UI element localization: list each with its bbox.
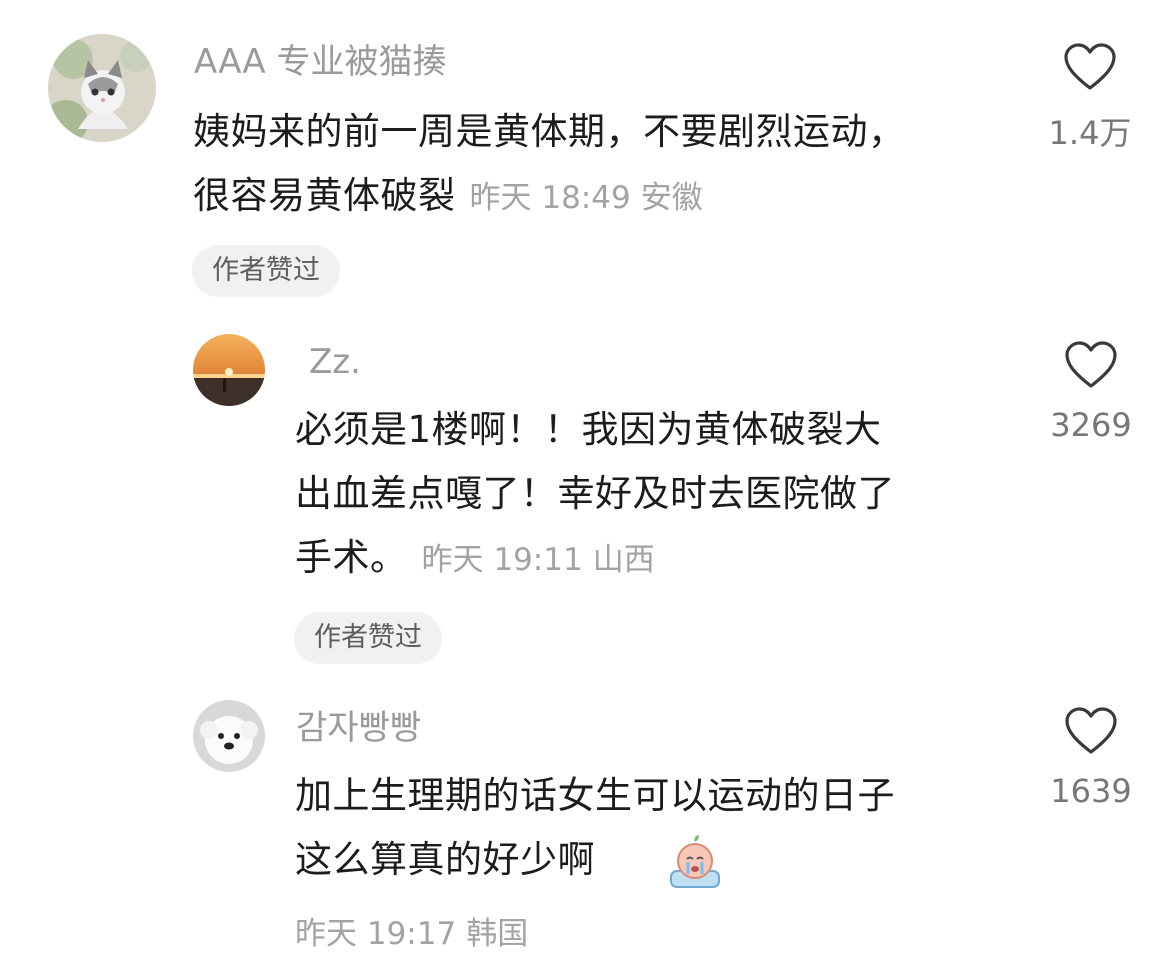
comment-time: 昨天 19:17	[295, 916, 457, 952]
comment-location: 安徽	[640, 180, 703, 216]
cat-avatar-icon	[48, 34, 156, 142]
comment-text-line: 姨妈来的前一周是黄体期，不要剧烈运动，	[193, 110, 906, 153]
username[interactable]: 감자빵빵	[296, 708, 421, 748]
like-button[interactable]: 1.4万	[1035, 42, 1145, 154]
comment-meta: 昨天 18:49 安徽	[470, 180, 713, 216]
crying-peach-emoji-icon	[665, 833, 725, 891]
comment-text-line: 加上生理期的话女生可以运动的日子	[295, 774, 895, 817]
comment-location: 韩国	[466, 916, 529, 952]
avatar[interactable]	[48, 34, 156, 142]
comment-meta: 昨天 19:11 山西	[422, 542, 665, 578]
avatar[interactable]	[193, 334, 265, 406]
username[interactable]: AAA 专业被猫揍	[194, 42, 446, 82]
like-count: 3269	[1050, 406, 1132, 444]
heart-icon	[1065, 707, 1117, 754]
dog-avatar-icon	[193, 700, 265, 772]
comment-text-line-content: 这么算真的好少啊	[295, 838, 595, 881]
like-count: 1639	[1050, 772, 1132, 810]
avatar[interactable]	[193, 700, 265, 772]
comment-text-line: 这么算真的好少啊	[295, 828, 895, 892]
comment-location: 山西	[592, 542, 655, 578]
username[interactable]: Zz.	[309, 342, 361, 382]
comment-text-line: 很容易黄体破裂 昨天 18:49 安徽	[193, 164, 906, 230]
comment-time: 昨天 19:11	[421, 542, 583, 578]
comment-text: 加上生理期的话女生可以运动的日子 这么算真的好少啊	[295, 764, 895, 892]
heart-icon	[1065, 341, 1117, 388]
comment-text-line-content: 很容易黄体破裂	[193, 174, 456, 217]
comment-meta: 昨天 19:17 韩国	[295, 908, 538, 953]
comment-text-line: 手术。 昨天 19:11 山西	[295, 526, 895, 592]
comment-text-line-content: 手术。	[295, 536, 408, 579]
comment-text: 姨妈来的前一周是黄体期，不要剧烈运动， 很容易黄体破裂 昨天 18:49 安徽	[193, 100, 906, 230]
author-liked-badge: 作者赞过	[192, 245, 340, 297]
heart-icon	[1064, 43, 1116, 90]
comment-text: 必须是1楼啊！！我因为黄体破裂大 出血差点嘎了！幸好及时去医院做了 手术。 昨天 …	[295, 398, 895, 592]
like-count: 1.4万	[1048, 114, 1132, 152]
comment-time: 昨天 18:49	[469, 180, 631, 216]
like-button[interactable]: 3269	[1036, 340, 1146, 444]
sunset-avatar-icon	[193, 334, 265, 406]
author-liked-badge: 作者赞过	[294, 612, 442, 664]
comment-text-line: 必须是1楼啊！！我因为黄体破裂大	[295, 408, 882, 451]
like-button[interactable]: 1639	[1036, 706, 1146, 810]
comment-text-line: 出血差点嘎了！幸好及时去医院做了	[295, 472, 895, 515]
